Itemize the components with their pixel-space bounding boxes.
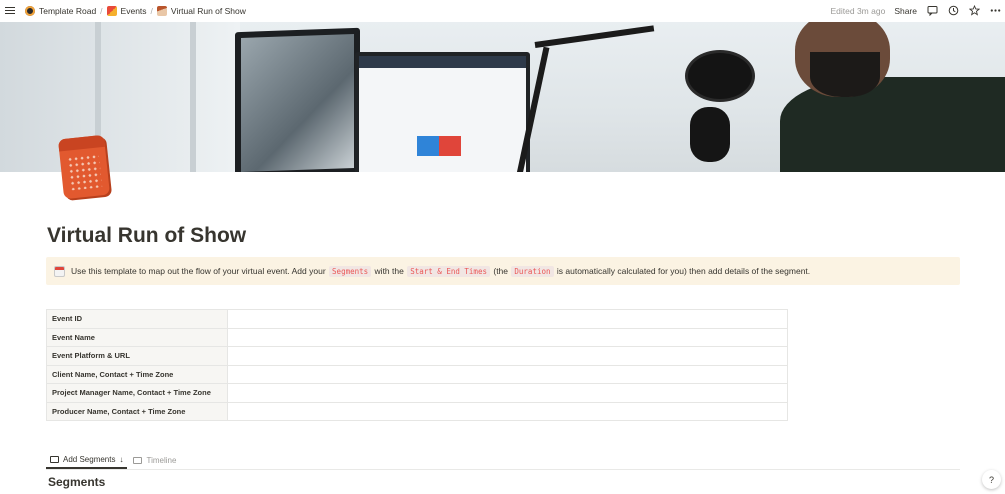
share-button[interactable]: Share [894,6,917,16]
virtual-run-icon [156,5,167,16]
cover-person [770,22,1005,172]
table-row: Client Name, Contact + Time Zone [46,364,788,384]
breadcrumb-item-template-road[interactable]: Template Road [22,5,99,16]
callout-text: is automatically calculated for you) the… [556,266,811,276]
chevron-down-icon[interactable]: ↓ [119,455,123,464]
breadcrumb-label: Template Road [39,5,97,16]
page-title[interactable]: Virtual Run of Show [47,224,246,248]
view-tabs: Add Segments ↓ Timeline [46,451,960,470]
row-value-cell[interactable] [227,383,788,403]
table-row: Event Name [46,327,788,347]
top-bar: Template Road / Events / Virtual Run of … [0,0,1005,21]
row-value-cell[interactable] [227,309,788,329]
page-calendar-icon[interactable] [57,133,111,200]
cover-window [0,22,240,172]
tab-label: Add Segments [63,454,116,464]
callout[interactable]: Use this template to map out the flow of… [46,257,960,285]
cover-image [0,22,1005,172]
inline-code-segments: Segments [329,265,372,277]
comments-icon[interactable] [926,5,938,17]
cover-microphone [690,107,730,162]
table-row: Event ID [46,309,788,329]
table-row: Project Manager Name, Contact + Time Zon… [46,383,788,403]
callout-text: (the [493,266,509,276]
updates-clock-icon[interactable] [947,5,959,17]
section-title[interactable]: Segments [48,475,105,489]
breadcrumb-separator: / [150,5,153,16]
breadcrumb-label: Events [120,5,147,16]
favorite-star-icon[interactable] [968,5,980,17]
inline-code-duration: Duration [511,265,554,277]
breadcrumb-item-virtual-run-of-show[interactable]: Virtual Run of Show [154,5,249,16]
table-row: Producer Name, Contact + Time Zone [46,401,788,421]
template-road-icon [25,5,35,16]
row-value-cell[interactable] [227,327,788,347]
row-label: Event Platform & URL [46,346,228,366]
row-label: Project Manager Name, Contact + Time Zon… [46,383,228,403]
tab-label: Timeline [146,455,177,465]
row-label: Producer Name, Contact + Time Zone [46,401,228,421]
more-options-icon[interactable] [989,5,1001,17]
events-icon [106,5,117,16]
inline-code-start-end-times: Start & End Times [407,265,490,277]
tab-add-segments[interactable]: Add Segments ↓ [46,451,128,469]
event-details-table: Event ID Event Name Event Platform & URL… [46,309,788,421]
top-actions: Edited 3m ago Share [830,0,1001,21]
row-label: Client Name, Contact + Time Zone [46,364,228,384]
callout-text: with the [374,266,404,276]
timeline-view-icon [133,456,143,464]
breadcrumb-label: Virtual Run of Show [170,5,246,16]
table-row: Event Platform & URL [46,346,788,366]
row-label: Event ID [46,309,228,329]
table-view-icon [50,455,59,463]
row-value-cell[interactable] [227,364,788,384]
breadcrumb-separator: / [100,5,103,16]
row-label: Event Name [46,327,228,347]
sidebar-toggle-icon[interactable] [2,3,18,19]
edited-timestamp: Edited 3m ago [830,5,886,16]
breadcrumb: Template Road / Events / Virtual Run of … [22,5,249,16]
row-value-cell[interactable] [227,346,788,366]
cover-pop-filter [685,50,755,102]
breadcrumb-item-events[interactable]: Events [104,5,150,16]
tab-timeline[interactable]: Timeline [129,451,180,469]
calendar-icon [54,265,65,277]
callout-text: Use this template to map out the flow of… [71,266,326,276]
help-button[interactable]: ? [982,470,1001,489]
cover-monitor-right [355,52,530,172]
cover-monitor-left [235,27,360,172]
row-value-cell[interactable] [227,401,788,421]
